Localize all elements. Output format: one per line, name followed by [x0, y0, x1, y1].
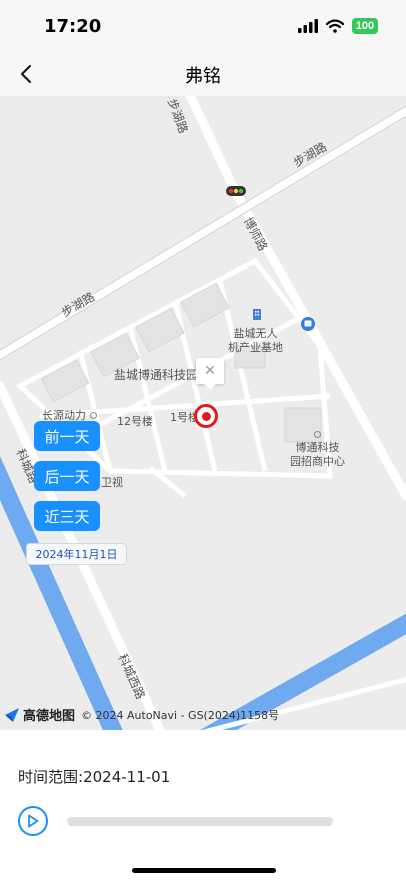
play-icon — [28, 814, 39, 828]
info-window-close-button[interactable]: ✕ — [196, 358, 224, 390]
navigation-arrow-icon — [5, 707, 19, 722]
poi-recruit-center: 博通科技 园招商中心 — [290, 441, 345, 468]
current-date-badge: 2024年11月1日 — [26, 543, 127, 565]
location-marker-icon[interactable] — [194, 404, 218, 428]
next-day-button[interactable]: 后一天 — [34, 461, 100, 491]
playback-progress-slider[interactable] — [67, 817, 333, 826]
time-range: 时间范围:2024-11-01 — [18, 766, 170, 787]
status-bar: 17:20 100 — [0, 0, 406, 52]
play-button[interactable] — [18, 806, 48, 836]
poi-dot-icon — [90, 412, 97, 419]
poi-weishi: 卫视 — [101, 476, 123, 489]
poi-tech-park: 盐城博通科技园 — [114, 368, 199, 382]
status-icons: 100 — [298, 18, 378, 34]
bus-stop-icon — [301, 317, 315, 331]
map-view[interactable]: 步湖路 步湖路 博师路 步湖路 科城路 科城西路 盐城无人 机产业基地 盐城博通… — [0, 96, 406, 730]
status-time: 17:20 — [44, 16, 102, 37]
prev-day-button[interactable]: 前一天 — [34, 421, 100, 451]
poi-building-12: 12号楼 — [117, 415, 153, 428]
last-three-days-button[interactable]: 近三天 — [34, 501, 100, 531]
battery-icon: 100 — [352, 18, 378, 34]
time-range-value: 2024-11-01 — [83, 768, 171, 786]
building-icon — [253, 309, 261, 320]
wifi-icon — [326, 19, 344, 33]
time-range-label: 时间范围: — [18, 768, 84, 786]
poi-dot-icon — [314, 431, 321, 438]
nav-bar: 弗铭 — [0, 52, 406, 96]
close-icon: ✕ — [204, 363, 216, 379]
poi-uav-base: 盐城无人 机产业基地 — [228, 327, 283, 354]
page-title: 弗铭 — [185, 66, 221, 87]
home-indicator — [132, 868, 276, 873]
amap-logo: 高德地图 — [4, 705, 75, 724]
copyright-text: © 2024 AutoNavi - GS(2024)1158号 — [81, 708, 280, 722]
signal-icon — [298, 19, 318, 33]
map-attribution: 高德地图 © 2024 AutoNavi - GS(2024)1158号 — [4, 705, 279, 724]
